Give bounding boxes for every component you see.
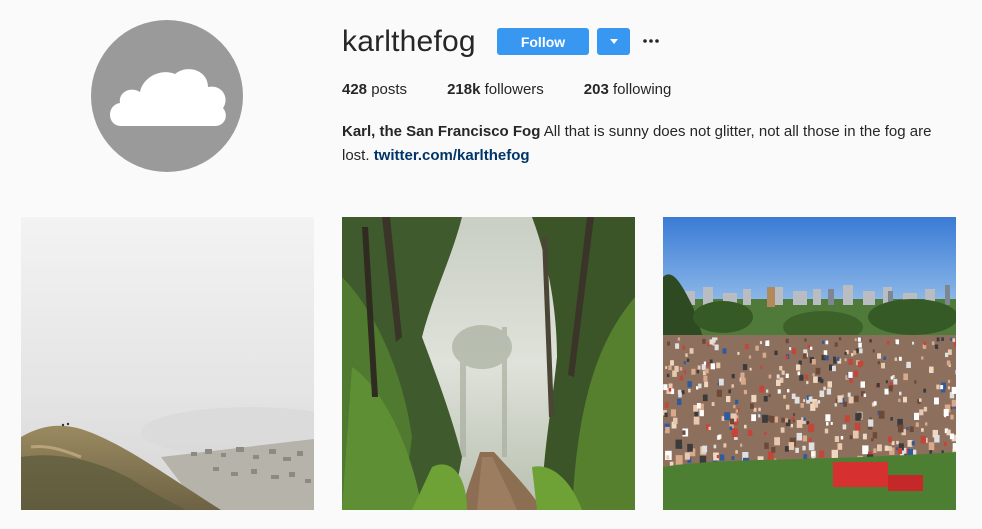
full-name: Karl, the San Francisco Fog [342, 123, 541, 140]
followers-stat[interactable]: 218k followers [447, 80, 544, 100]
profile-bio: Karl, the San Francisco Fog All that is … [342, 120, 942, 168]
post-thumbnail-foggy-hill[interactable] [21, 217, 314, 510]
cloud-icon [109, 69, 226, 126]
following-stat[interactable]: 203 following [584, 80, 672, 100]
post-image [21, 217, 314, 510]
profile-page: karlthefog Follow 428 posts 218k followe… [0, 0, 982, 529]
posts-stat: 428 posts [342, 80, 407, 100]
followers-count: 218k [447, 81, 481, 98]
avatar[interactable] [91, 20, 243, 172]
following-count: 203 [583, 81, 609, 98]
follow-button[interactable]: Follow [497, 28, 589, 55]
post-thumbnail-forest-trail[interactable] [342, 217, 635, 510]
more-options-button[interactable] [641, 33, 661, 49]
suggestions-dropdown-button[interactable] [597, 28, 630, 55]
username: karlthefog [342, 25, 476, 58]
caret-down-icon [609, 39, 618, 44]
external-link[interactable]: twitter.com/karlthefog [374, 147, 530, 164]
following-label: following [608, 81, 672, 98]
followers-label: followers [480, 81, 544, 98]
posts-count: 428 [342, 81, 368, 98]
post-image [663, 217, 956, 510]
post-thumbnail-dolores-park[interactable] [663, 217, 956, 510]
post-image [342, 217, 635, 510]
profile-stats: 428 posts 218k followers 203 following [342, 80, 711, 100]
ellipsis-icon [643, 39, 659, 43]
posts-label: posts [367, 81, 408, 98]
